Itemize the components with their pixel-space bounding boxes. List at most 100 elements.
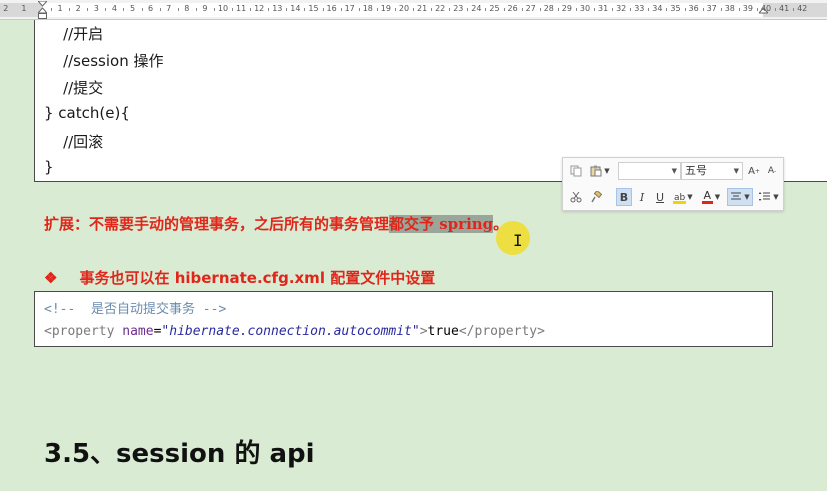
paste-button[interactable]: ▼ [587,162,613,180]
ruler-number: 42 [797,4,808,13]
selected-text[interactable]: 都交予 spring [389,215,494,233]
ruler-number: 13 [272,4,283,13]
note-prefix: 扩展：不需要手动的管理事务，之后所有的事务管理 [44,215,390,233]
font-size-value: 五号 [685,164,707,177]
ruler-number: 31 [598,4,609,13]
ruler-number: 4 [111,4,117,13]
bold-button[interactable]: B [616,188,632,206]
ruler-tick [557,8,559,11]
ruler-number: 1 [21,4,27,13]
code-line: } catch(e){ [44,104,130,122]
bullet-file-name: hibernate.cfg.xml [174,269,325,287]
ruler-tick [702,8,704,11]
ruler-tick [594,8,596,11]
ruler-tick [449,8,451,11]
bullet-paragraph[interactable]: ❖ 事务也可以在 hibernate.cfg.xml 配置文件中设置 [44,267,435,288]
ruler-number: 26 [507,4,518,13]
ruler-number: 8 [184,4,190,13]
ruler-number: 9 [202,4,208,13]
bullet-text-after: 配置文件中设置 [324,269,436,287]
chevron-down-icon: ▼ [773,193,779,201]
highlighter-icon: ab [673,193,687,204]
ruler-number: 12 [254,4,265,13]
ruler-tick [376,8,378,11]
ruler-tick [51,8,53,11]
xml-open-tag: <property [44,324,123,339]
font-name-select[interactable]: ▼ [618,162,681,180]
ruler-tick [720,8,722,11]
ruler-tick [431,8,433,11]
ruler-tick [358,8,360,11]
ruler-number: 6 [148,4,154,13]
ruler-tick [340,8,342,11]
ruler-number: 5 [129,4,136,13]
ruler-number: 27 [525,4,536,13]
ruler-number: 37 [706,4,717,13]
ruler-tick [684,8,686,11]
ruler-tick [630,8,632,11]
ruler-tick [756,8,758,11]
xml-close-open: > [419,324,428,339]
ruler-tick [775,8,777,11]
ruler-number: 29 [561,4,572,13]
ruler-number: 2 [75,4,81,13]
xml-text: true [427,324,459,339]
code-line: } [44,158,54,176]
ruler-number: 38 [724,4,735,13]
xml-property-line: <property name="hibernate.connection.aut… [44,324,545,339]
chevron-down-icon: ▼ [687,193,693,201]
ruler-number: 28 [543,4,554,13]
font-size-select[interactable]: 五号 ▼ [681,162,743,180]
ruler-number: 36 [688,4,699,13]
ruler-number: 40 [760,4,772,13]
floating-format-toolbar: ▼ ▼ 五号 ▼ A + A- B I U ab ▼ A ▼ ▼ ▼ [562,157,784,211]
font-color-button[interactable]: A ▼ [698,188,724,206]
ruler-tick [304,8,306,11]
ruler-number: 19 [380,4,391,13]
chevron-down-icon: ▼ [671,167,677,175]
ruler-number: 22 [435,4,446,13]
note-extension[interactable]: 扩展：不需要手动的管理事务，之后所有的事务管理都交予 spring。 [44,213,508,234]
ruler-number: 35 [670,4,681,13]
chevron-down-icon: ▼ [604,167,610,175]
ruler-tick [521,8,523,11]
italic-button[interactable]: I [634,188,650,206]
code-line: //回滚 [44,133,104,151]
ruler-tick [394,8,396,11]
ruler-tick [322,8,324,11]
chevron-down-icon: ▼ [714,193,721,201]
ruler-number: 7 [166,4,172,13]
shrink-font-button[interactable]: A- [764,162,780,180]
left-indent-marker-icon[interactable] [38,1,47,19]
ruler-tick [105,8,107,11]
copy-icon [570,165,582,177]
ruler-number: 33 [634,4,645,13]
ruler-number: 20 [398,4,410,13]
underline-button[interactable]: U [652,188,668,206]
format-painter-button[interactable] [587,188,605,206]
cut-button[interactable] [567,188,585,206]
paste-icon [590,165,602,177]
grow-font-button[interactable]: A + [746,162,762,180]
xml-attr-value: "hibernate.connection.autocommit" [161,324,420,339]
ruler-tick [793,8,795,11]
xml-close-tag: </property> [458,324,545,339]
bullet-diamond-icon: ❖ [44,269,58,287]
ruler-tick [738,8,740,11]
grow-font-icon: A [748,165,755,177]
ruler-number: 39 [742,4,753,13]
copy-button[interactable] [567,162,585,180]
line-spacing-button[interactable]: ▼ [756,188,782,206]
ruler-number: 10 [217,4,229,13]
ruler-tick [69,8,71,11]
ruler-tick [268,8,270,11]
italic-icon: I [639,190,645,204]
underline-icon: U [655,190,665,204]
text-cursor-icon: I [513,231,523,250]
horizontal-ruler[interactable]: 2 1 1 2 3 4 5 6 7 8 9 10 11 12 13 14 15 16 17 18 19 20 21 22 23 2… [0,0,827,20]
ruler-tick [159,8,161,11]
align-button[interactable]: ▼ [727,188,753,206]
highlight-color-button[interactable]: ab ▼ [670,188,696,206]
format-painter-icon [591,191,602,203]
bold-icon: B [619,190,629,204]
